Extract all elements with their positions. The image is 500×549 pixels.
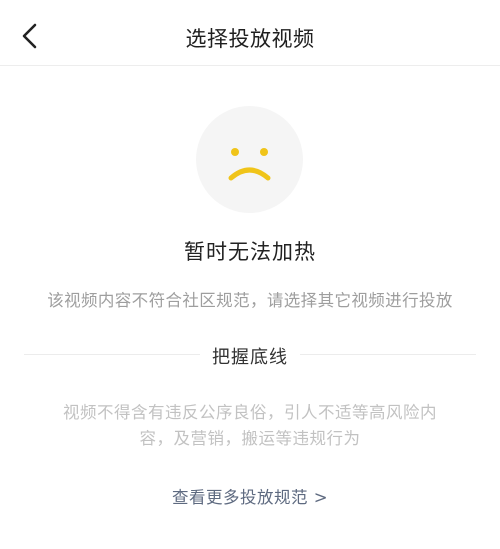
empty-state-message: 该视频内容不符合社区规范，请选择其它视频进行投放	[47, 291, 453, 310]
rules-description-line-2: 容，及营销，搬运等违规行为	[139, 429, 361, 448]
empty-state-headline: 暂时无法加热	[184, 240, 316, 264]
page-title: 选择投放视频	[185, 27, 315, 51]
more-rules-link[interactable]: 查看更多投放规范 >	[0, 484, 500, 508]
rules-description: 视频不得含有违反公序良俗，引人不适等高风险内 容，及营销，搬运等违规行为	[50, 400, 450, 452]
page: 选择投放视频 暂时无法加热 该视频内容不符合社区规范，请选择其它视频进行投放 把…	[0, 0, 500, 549]
sad-face-icon	[196, 106, 303, 213]
header-bar: 选择投放视频	[0, 0, 500, 66]
rules-description-line-1: 视频不得含有违反公序良俗，引人不适等高风险内	[63, 403, 437, 422]
rules-section-title: 把握底线	[212, 347, 288, 368]
